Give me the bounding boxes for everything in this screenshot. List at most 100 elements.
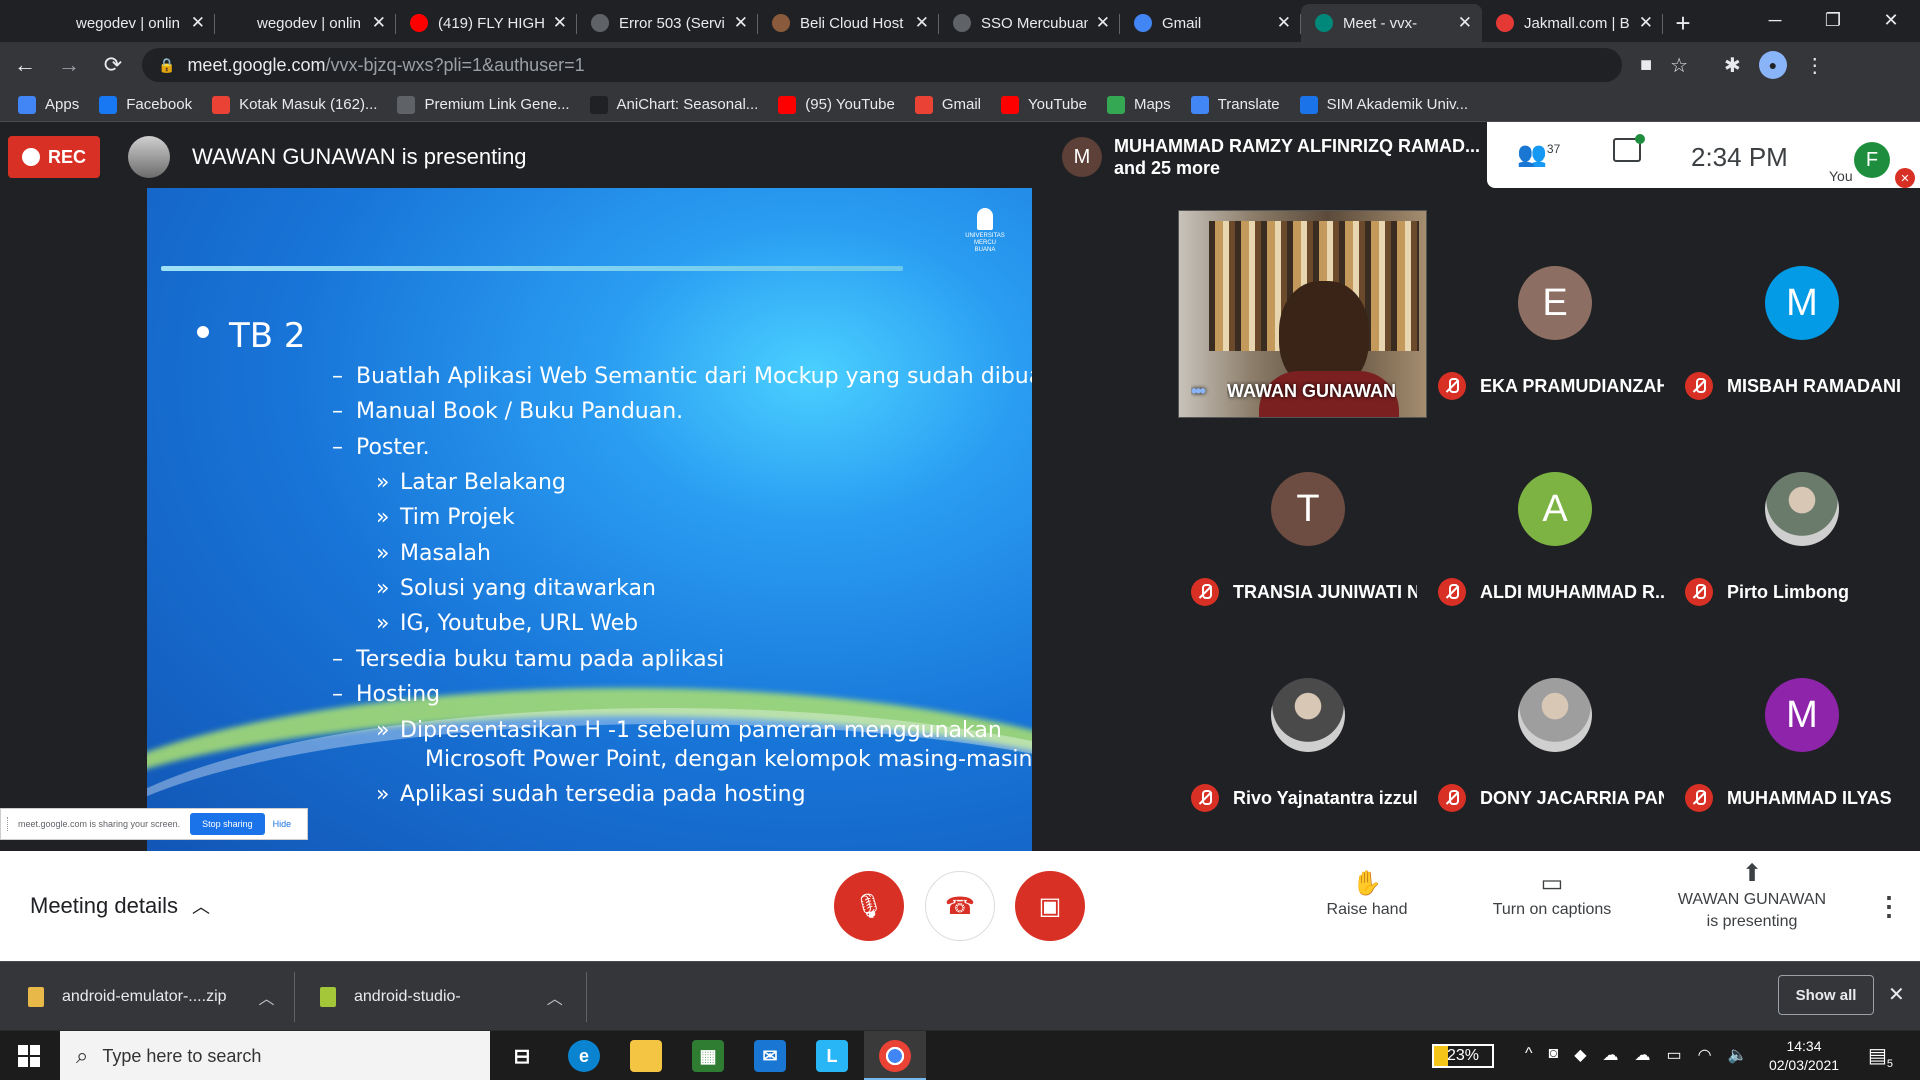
camera-off-button[interactable]: ▣ (1015, 871, 1085, 941)
bookmark-item[interactable]: SIM Akademik Univ... (1299, 95, 1468, 114)
chevron-up-icon[interactable]: ^ (1525, 1045, 1533, 1065)
address-bar[interactable]: 🔒 meet.google.com/vvx-bjzq-wxs?pli=1&aut… (142, 48, 1622, 82)
tab[interactable]: wegodev | onlin ✕ (215, 4, 396, 42)
dropbox-icon[interactable]: ◆ (1574, 1045, 1586, 1065)
weather-icon[interactable]: ☁ (1635, 1045, 1651, 1065)
participant-tile[interactable]: Rivo Yajnatantra izzul... (1179, 623, 1426, 829)
close-tab-icon[interactable]: ✕ (915, 13, 929, 33)
captions-button[interactable]: ▭ Turn on captions (1482, 872, 1622, 921)
more-options-icon[interactable]: ⋮ (1876, 891, 1902, 922)
participant-tile[interactable]: E EKA PRAMUDIANZAH (1426, 211, 1673, 417)
file-explorer-icon[interactable] (630, 1040, 662, 1072)
participant-tile[interactable]: ••• WAWAN GUNAWAN (1178, 210, 1427, 418)
tab[interactable]: (419) FLY HIGH ✕ (396, 4, 577, 42)
university-logo: UNIVERSITAS MERCU BUANA (965, 208, 1005, 254)
participant-name: EKA PRAMUDIANZAH (1480, 375, 1664, 396)
wifi-icon[interactable]: ◠ (1698, 1045, 1712, 1065)
close-tab-icon[interactable]: ✕ (1458, 13, 1472, 33)
camera-tray-icon[interactable]: ◙ (1549, 1045, 1559, 1065)
forward-icon[interactable]: → (50, 46, 88, 84)
close-tab-icon[interactable]: ✕ (1277, 13, 1291, 33)
show-all-button[interactable]: Show all (1778, 975, 1874, 1015)
mail-icon[interactable]: ✉ (754, 1040, 786, 1072)
notification-icon[interactable]: ▤5 (1868, 1043, 1893, 1070)
app-l-icon[interactable]: L (816, 1040, 848, 1072)
microphone-off-button[interactable]: 🎙 (834, 871, 904, 941)
tab[interactable]: Jakmall.com | B ✕ (1482, 4, 1663, 42)
camera-icon[interactable]: ■ (1640, 54, 1652, 77)
tab[interactable]: Meet - vvx- ✕ (1301, 4, 1482, 42)
bookmark-item[interactable]: Gmail (914, 95, 981, 114)
new-tab-button[interactable]: + (1663, 4, 1703, 42)
task-view-icon[interactable]: ⊟ (506, 1040, 538, 1072)
battery-icon[interactable]: ▭ (1667, 1045, 1682, 1065)
tab[interactable]: Gmail ✕ (1120, 4, 1301, 42)
back-icon[interactable]: ← (6, 46, 44, 84)
close-tab-icon[interactable]: ✕ (734, 13, 748, 33)
bookmark-star-icon[interactable]: ☆ (1670, 53, 1688, 78)
tab[interactable]: wegodev | onlin ✕ (34, 4, 215, 42)
close-downloads-icon[interactable]: ✕ (1888, 982, 1905, 1007)
meeting-details-button[interactable]: Meeting details ︿ (30, 893, 210, 919)
window-controls: ─ ❐ ✕ (1746, 0, 1920, 40)
leave-call-button[interactable]: ☎ (925, 871, 995, 941)
participant-tile[interactable]: M MISBAH RAMADANI (1673, 211, 1920, 417)
bookmark-item[interactable]: Facebook (99, 95, 192, 114)
participant-tile[interactable]: T TRANSIA JUNIWATI N... (1179, 417, 1426, 623)
minimize-icon[interactable]: ─ (1746, 0, 1804, 40)
people-count: 37 (1546, 142, 1561, 156)
bookmark-label: YouTube (1028, 96, 1087, 113)
extensions-icon[interactable]: ✱ (1724, 53, 1741, 78)
close-tab-icon[interactable]: ✕ (191, 13, 205, 33)
bookmark-item[interactable]: AniChart: Seasonal... (589, 95, 758, 114)
close-tab-icon[interactable]: ✕ (372, 13, 386, 33)
bookmark-item[interactable]: Premium Link Gene... (397, 95, 570, 114)
menu-kebab-icon[interactable]: ⋮ (1805, 53, 1825, 78)
close-window-icon[interactable]: ✕ (1862, 0, 1920, 40)
battery-indicator[interactable]: 23% (1432, 1044, 1494, 1068)
participant-tile[interactable]: A ALDI MUHAMMAD R... (1426, 417, 1673, 623)
bookmark-item[interactable]: Maps (1106, 95, 1171, 114)
raise-hand-button[interactable]: ✋ Raise hand (1322, 872, 1412, 921)
download-item[interactable]: android-studio- ︿ (320, 962, 563, 1031)
present-now-button[interactable]: ⬆ WAWAN GUNAWAN is presenting (1664, 860, 1840, 933)
reload-icon[interactable]: ⟳ (94, 46, 132, 84)
bookmark-item[interactable]: Apps (18, 95, 79, 114)
slide-line: » Masalah (376, 539, 491, 569)
tab[interactable]: Error 503 (Servi ✕ (577, 4, 758, 42)
participant-tile[interactable]: M MUHAMMAD ILYAS (1673, 623, 1920, 829)
hide-button[interactable]: Hide (273, 819, 292, 829)
hang-up-icon: ☎ (945, 892, 975, 920)
tab[interactable]: Beli Cloud Host ✕ (758, 4, 939, 42)
windows-start-icon[interactable] (18, 1045, 40, 1067)
meet-top-bar: REC WAWAN GUNAWAN is presenting M MUHAMM… (0, 122, 1920, 188)
download-item[interactable]: android-emulator-....zip ︿ (28, 962, 275, 1031)
drag-handle-icon[interactable] (7, 817, 10, 831)
chat-icon[interactable] (1613, 134, 1645, 162)
system-clock[interactable]: 14:34 02/03/2021 (1764, 1037, 1844, 1075)
present-icon: ⬆ (1741, 860, 1763, 887)
volume-icon[interactable]: 🔈 (1728, 1045, 1748, 1065)
onedrive-icon[interactable]: ☁ (1603, 1045, 1619, 1065)
close-tab-icon[interactable]: ✕ (1639, 13, 1653, 33)
bookmark-item[interactable]: (95) YouTube (778, 95, 895, 114)
close-tab-icon[interactable]: ✕ (1096, 13, 1110, 33)
taskbar-search[interactable]: ⌕ Type here to search (60, 1031, 490, 1080)
chrome-taskbar-button[interactable] (864, 1031, 926, 1080)
bookmark-item[interactable]: Translate (1190, 95, 1280, 114)
bookmark-item[interactable]: YouTube (1001, 95, 1087, 114)
bookmark-item[interactable]: Kotak Masuk (162)... (212, 95, 377, 114)
store-icon[interactable]: ▦ (692, 1040, 724, 1072)
edge-icon[interactable]: e (568, 1040, 600, 1072)
chevron-up-icon[interactable]: ︿ (547, 985, 563, 1009)
close-tab-icon[interactable]: ✕ (553, 13, 567, 33)
stop-sharing-button[interactable]: Stop sharing (190, 813, 265, 835)
participant-avatar: M (1765, 266, 1839, 340)
profile-avatar[interactable]: ● (1758, 51, 1787, 79)
chevron-up-icon[interactable]: ︿ (259, 985, 275, 1009)
restore-icon[interactable]: ❐ (1804, 0, 1862, 40)
tab[interactable]: SSO Mercubuan ✕ (939, 4, 1120, 42)
people-button[interactable]: 👥37 (1517, 140, 1560, 169)
participant-tile[interactable]: DONY JACARRIA PAN... (1426, 623, 1673, 829)
participant-tile[interactable]: Pirto Limbong (1673, 417, 1920, 623)
